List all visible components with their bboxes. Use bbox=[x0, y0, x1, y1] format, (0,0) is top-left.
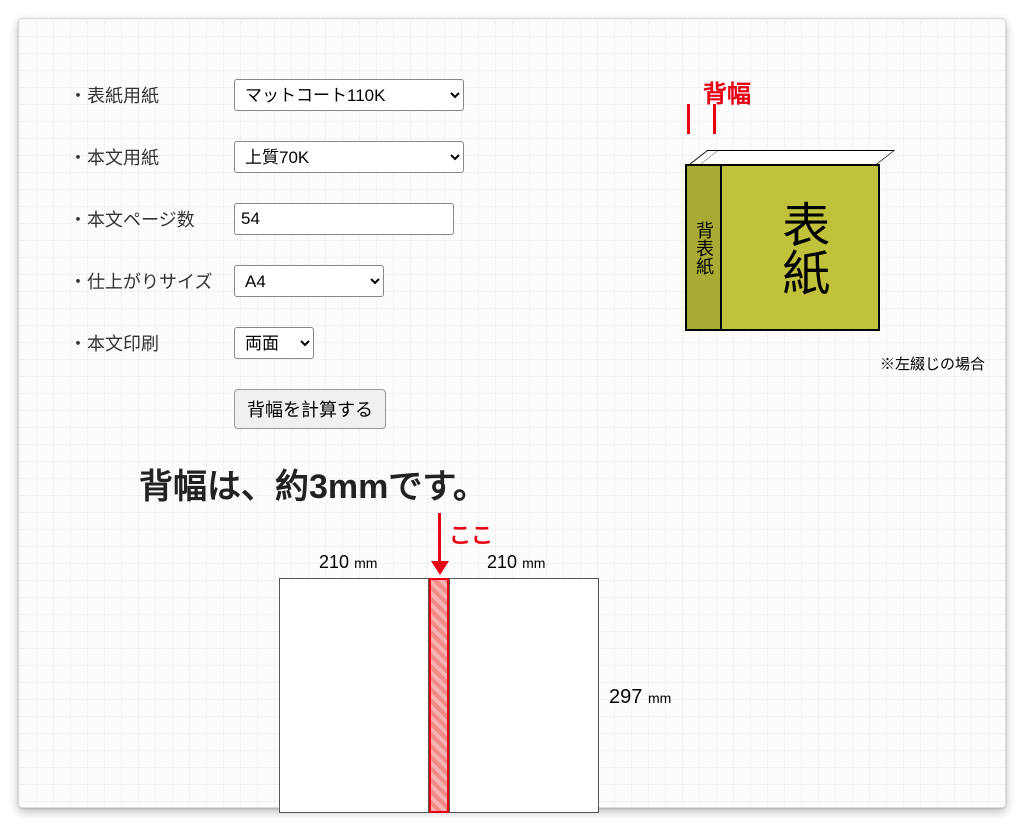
dimension-width-right: 210 mm bbox=[487, 552, 545, 573]
dimension-width-left: 210 mm bbox=[319, 552, 377, 573]
width-left-value: 210 bbox=[319, 552, 349, 572]
input-page-count[interactable] bbox=[234, 203, 454, 235]
spine-indicator-line-1 bbox=[687, 104, 690, 134]
book-spine-text: 背表紙 bbox=[694, 221, 713, 275]
spread-diagram: ここ 210 mm 210 mm 297 mm bbox=[279, 518, 899, 828]
book-illustration: 背表紙 表紙 bbox=[665, 154, 895, 334]
label-cover-paper: ・表紙用紙 bbox=[69, 82, 234, 108]
height-unit: mm bbox=[648, 690, 671, 706]
label-page-count: ・本文ページ数 bbox=[69, 206, 234, 232]
select-body-print[interactable]: 両面 bbox=[234, 327, 314, 359]
arrow-down-stem bbox=[438, 513, 441, 561]
book-front-text: 表紙 bbox=[775, 200, 825, 296]
width-right-value: 210 bbox=[487, 552, 517, 572]
label-body-print: ・本文印刷 bbox=[69, 330, 234, 356]
spine-width-label: 背幅 bbox=[703, 74, 751, 109]
book-front-face: 表紙 bbox=[720, 164, 880, 331]
select-finish-size[interactable]: A4 bbox=[234, 265, 384, 297]
calculator-panel: ・表紙用紙 マットコート110K ・本文用紙 上質70K ・本文ページ数 ・仕上… bbox=[18, 18, 1006, 808]
spine-here-label: ここ bbox=[449, 518, 493, 550]
front-cover-page bbox=[449, 578, 599, 813]
select-cover-paper[interactable]: マットコート110K bbox=[234, 79, 464, 111]
result-heading: 背幅は、約3mmです。 bbox=[139, 459, 965, 508]
back-cover-page bbox=[279, 578, 429, 813]
cover-spread bbox=[279, 578, 599, 813]
calculate-button[interactable]: 背幅を計算する bbox=[234, 389, 386, 429]
spine-indicator-line-2 bbox=[713, 104, 716, 134]
dimension-height: 297 mm bbox=[609, 686, 671, 709]
book-binding-note: ※左綴じの場合 bbox=[880, 353, 985, 374]
height-value: 297 bbox=[609, 686, 642, 708]
book-3d-diagram: 背幅 背表紙 表紙 ※左綴じの場合 bbox=[655, 74, 935, 374]
label-finish-size: ・仕上がりサイズ bbox=[69, 268, 234, 294]
arrow-down-icon bbox=[431, 561, 449, 575]
book-spine-face: 背表紙 bbox=[685, 164, 720, 331]
width-right-unit: mm bbox=[522, 555, 545, 571]
label-body-paper: ・本文用紙 bbox=[69, 144, 234, 170]
spine-strip bbox=[429, 578, 449, 813]
select-body-paper[interactable]: 上質70K bbox=[234, 141, 464, 173]
width-left-unit: mm bbox=[354, 555, 377, 571]
